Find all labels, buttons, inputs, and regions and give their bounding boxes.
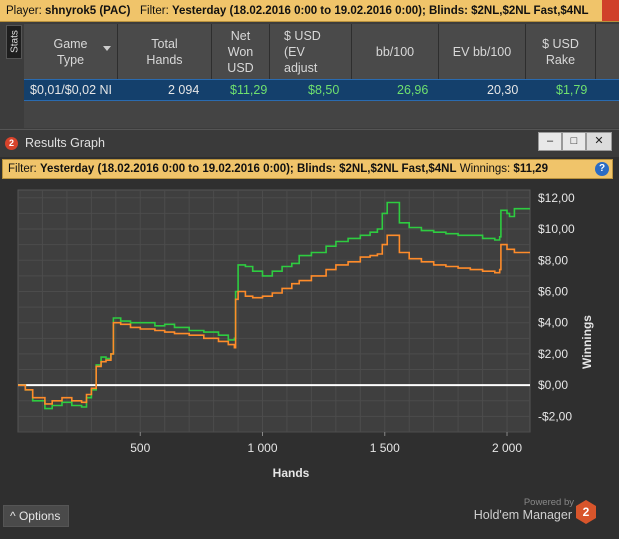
x-tick-label: 1 000: [247, 441, 277, 455]
col-game-type-label: Game Type: [53, 36, 88, 67]
options-label: Options: [18, 509, 61, 523]
col-total-hands-label: Total Hands: [146, 36, 183, 67]
col-ev-adjusted[interactable]: $ USD (EV adjust: [270, 24, 352, 79]
y-tick-label: $0,00: [538, 378, 568, 392]
plot-area: [17, 189, 531, 433]
stats-tab[interactable]: Stats: [6, 25, 22, 59]
cell-rake: $1,79: [556, 83, 588, 97]
y-tick-label: $4,00: [538, 316, 568, 330]
filter-label: Filter:: [140, 5, 169, 17]
y-tick-label: $10,00: [538, 222, 575, 236]
col-game-type[interactable]: Game Type: [24, 24, 118, 79]
col-rake[interactable]: $ USD Rake: [526, 24, 596, 79]
x-tick-label: 1 500: [370, 441, 400, 455]
col-bb100-label: bb/100: [375, 44, 415, 59]
y-tick-label: $6,00: [538, 284, 568, 298]
brand-name: Hold'em Manager: [473, 508, 572, 522]
x-axis-label: Hands: [273, 466, 310, 480]
col-ev-bb100[interactable]: EV bb/100: [439, 24, 526, 79]
cell-bb100: 26,96: [397, 83, 429, 97]
table-row[interactable]: $0,01/$0,02 NI 2 094 $11,29 $8,50 26,96 …: [24, 79, 619, 101]
close-filter-button[interactable]: [602, 0, 619, 21]
y-tick-label: -$2,00: [538, 409, 572, 423]
y-tick-label: $8,00: [538, 253, 568, 267]
col-ev-bb100-label: EV bb/100: [452, 44, 512, 59]
filter-value: Yesterday (18.02.2016 0:00 to 19.02.2016…: [171, 5, 589, 17]
y-axis-label: Winnings: [580, 315, 594, 369]
col-net-won-label: Net Won USD: [227, 28, 254, 75]
cell-ev-adjusted: $8,50: [308, 83, 340, 97]
cell-net-won: $11,29: [230, 83, 268, 97]
cell-game-type: $0,01/$0,02 NI: [30, 83, 113, 97]
col-rake-label: $ USD Rake: [542, 36, 579, 67]
table-header: Game Type Total Hands Net Won USD $ USD …: [24, 24, 619, 79]
sort-arrow-icon[interactable]: [103, 46, 111, 51]
powered-by-text: Powered by: [523, 497, 574, 508]
y-tick-label: $2,00: [538, 347, 568, 361]
cell-ev-bb100: 20,30: [487, 83, 519, 97]
y-tick-label: $12,00: [538, 191, 575, 205]
col-total-hands[interactable]: Total Hands: [118, 24, 212, 79]
col-net-won[interactable]: Net Won USD: [212, 24, 270, 79]
player-label: Player:: [6, 5, 42, 17]
app-root: Player: shnyrok5 (PAC) Filter: Yesterday…: [0, 0, 619, 539]
options-button[interactable]: ^ Options: [3, 505, 69, 527]
x-tick-label: 2 000: [492, 441, 522, 455]
player-filter-bar: Player: shnyrok5 (PAC) Filter: Yesterday…: [0, 0, 619, 22]
player-name: shnyrok5 (PAC): [45, 5, 131, 17]
x-tick-label: 500: [130, 441, 150, 455]
stats-table: Game Type Total Hands Net Won USD $ USD …: [24, 24, 619, 128]
stats-tab-label: Stats: [9, 30, 21, 53]
col-ev-adjusted-label: $ USD (EV adjust: [284, 28, 321, 75]
results-chart: -$2,00 $0,00 $2,00 $4,00 $6,00 $8,00 $10,00 $12…: [17, 189, 594, 480]
cell-total-hands: 2 094: [168, 83, 200, 97]
col-bb100[interactable]: bb/100: [352, 24, 439, 79]
